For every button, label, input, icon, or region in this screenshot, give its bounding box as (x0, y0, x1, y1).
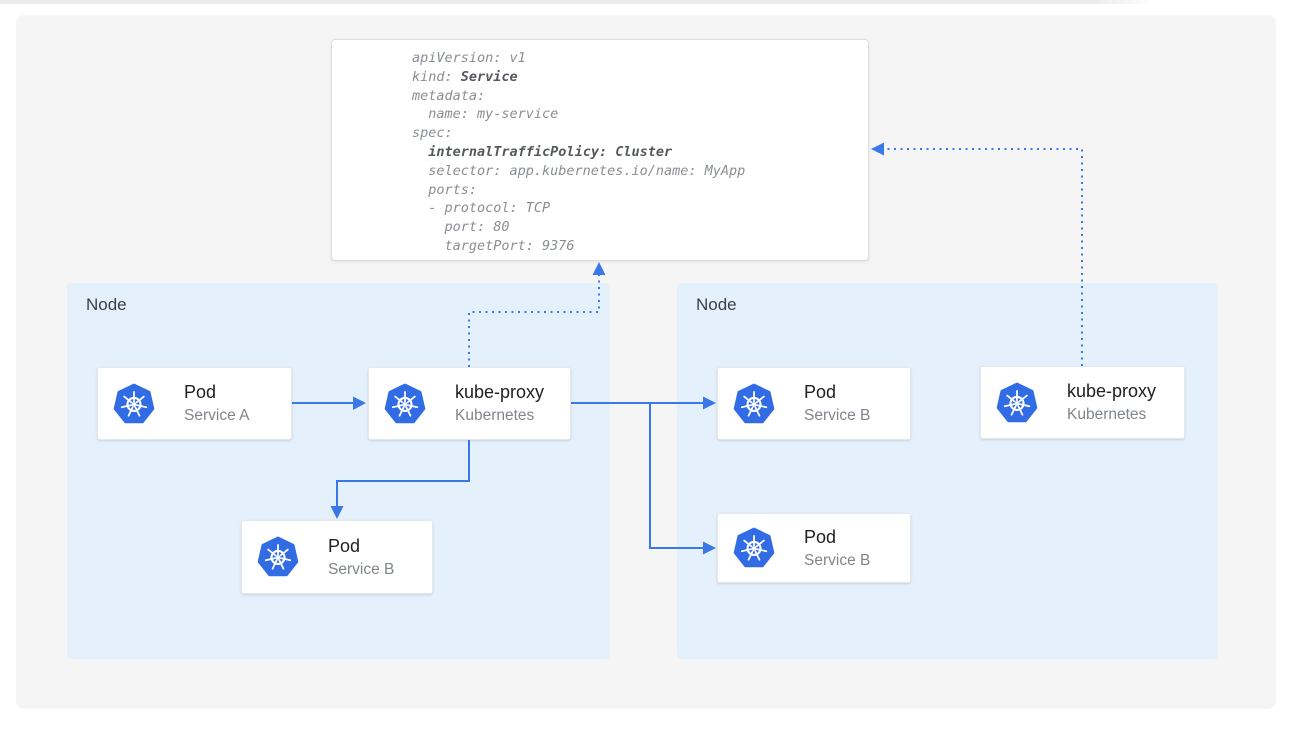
kube-proxy-card-left: kube-proxy Kubernetes (368, 367, 571, 440)
card-title: Pod (328, 536, 394, 557)
pod-service-b-card-right-bottom: Pod Service B (717, 513, 911, 583)
card-subtitle: Service B (804, 551, 870, 570)
service-yaml-card: apiVersion: v1kind: Servicemetadata: nam… (331, 39, 869, 261)
diagram-canvas: Node Node apiVersion: v1kind: Servicemet… (0, 0, 1296, 729)
node-right: Node (677, 283, 1218, 659)
kubernetes-icon (384, 382, 426, 426)
kubernetes-icon (733, 526, 775, 570)
card-title: Pod (804, 382, 870, 403)
card-title: Pod (184, 382, 249, 403)
card-subtitle: Kubernetes (455, 406, 544, 425)
card-subtitle: Service B (328, 560, 394, 579)
kube-proxy-card-right: kube-proxy Kubernetes (980, 366, 1185, 439)
card-title: kube-proxy (455, 382, 544, 403)
card-title: kube-proxy (1067, 381, 1156, 402)
card-title: Pod (804, 527, 870, 548)
pod-service-a-card: Pod Service A (97, 367, 292, 440)
kubernetes-icon (113, 382, 155, 426)
pod-service-b-card-right-top: Pod Service B (717, 367, 911, 440)
kubernetes-icon (257, 535, 299, 579)
kubernetes-icon (733, 382, 775, 426)
service-yaml-code: apiVersion: v1kind: Servicemetadata: nam… (412, 49, 745, 256)
node-right-label: Node (696, 295, 737, 315)
top-divider (0, 0, 1155, 4)
node-left-label: Node (86, 295, 127, 315)
card-subtitle: Kubernetes (1067, 405, 1156, 424)
pod-service-b-card-left: Pod Service B (241, 520, 433, 594)
card-subtitle: Service B (804, 406, 870, 425)
node-left: Node (67, 283, 610, 659)
kubernetes-icon (996, 381, 1038, 425)
card-subtitle: Service A (184, 406, 249, 425)
